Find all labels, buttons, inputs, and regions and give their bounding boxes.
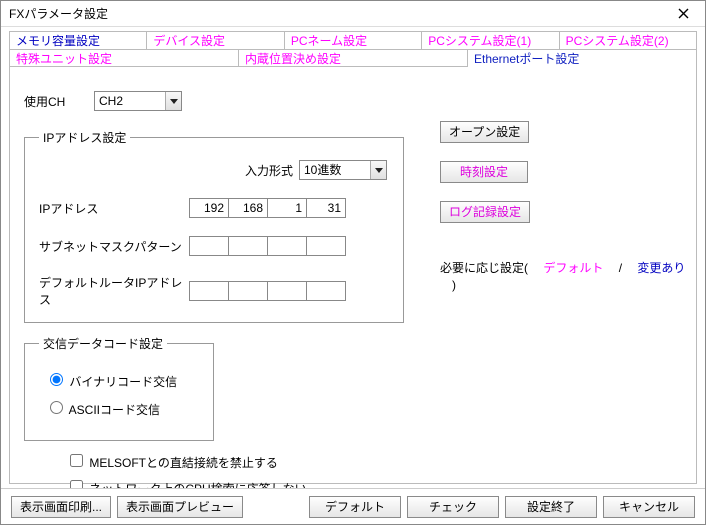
ip-address-row: IPアドレス — [39, 198, 389, 218]
legend-note-prefix: 必要に応じ設定( — [440, 261, 540, 275]
subnet-row: サブネットマスクパターン — [39, 236, 389, 256]
check-melsoft-input[interactable] — [70, 454, 83, 467]
open-settings-button[interactable]: オープン設定 — [440, 121, 529, 143]
check-melsoft-label: MELSOFTとの直結接続を禁止する — [89, 456, 278, 470]
ip-octet-1[interactable] — [189, 198, 229, 218]
radio-ascii-label: ASCIIコード交信 — [69, 403, 160, 417]
radio-ascii-input[interactable] — [50, 401, 63, 414]
tab-content: 使用CH CH2 IPアドレス設定 入力形式 10進数 — [9, 66, 697, 484]
close-icon[interactable] — [667, 4, 699, 24]
check-button[interactable]: チェック — [407, 496, 499, 518]
legend-note-changed: 変更あり — [637, 261, 685, 275]
tab-positioning[interactable]: 内蔵位置決め設定 — [238, 49, 468, 67]
tab-ethernet-port[interactable]: Ethernetポート設定 — [467, 49, 697, 67]
gateway-label: デフォルトルータIPアドレス — [39, 274, 189, 308]
preview-button[interactable]: 表示画面プレビュー — [117, 496, 243, 518]
legend-note-suffix: ) — [440, 278, 456, 292]
use-ch-row: 使用CH CH2 — [24, 91, 682, 111]
radio-binary[interactable]: バイナリコード交信 — [45, 370, 199, 390]
gateway-octet-3[interactable] — [267, 281, 307, 301]
input-format-select-wrapper: 10進数 — [299, 160, 387, 180]
side-buttons: オープン設定 時刻設定 ログ記録設定 必要に応じ設定( デフォルト / 変更あり… — [440, 121, 690, 293]
tab-memory[interactable]: メモリ容量設定 — [9, 31, 147, 49]
subnet-label: サブネットマスクパターン — [39, 238, 189, 255]
log-settings-button[interactable]: ログ記録設定 — [440, 201, 530, 223]
dialog-window: FXパラメータ設定 メモリ容量設定 デバイス設定 PCネーム設定 PCシステム設… — [0, 0, 706, 525]
tab-device[interactable]: デバイス設定 — [146, 31, 284, 49]
radio-ascii[interactable]: ASCIIコード交信 — [45, 398, 199, 418]
tab-pcname[interactable]: PCネーム設定 — [284, 31, 422, 49]
tab-pcsystem2[interactable]: PCシステム設定(2) — [559, 31, 697, 49]
titlebar: FXパラメータ設定 — [1, 1, 705, 27]
legend-note-sep: / — [607, 261, 634, 275]
ip-octet-3[interactable] — [267, 198, 307, 218]
legend-note: 必要に応じ設定( デフォルト / 変更あり ) — [440, 259, 690, 293]
ip-settings-legend: IPアドレス設定 — [39, 129, 130, 146]
cancel-button[interactable]: キャンセル — [603, 496, 695, 518]
subnet-octet-3[interactable] — [267, 236, 307, 256]
tabstrip: メモリ容量設定 デバイス設定 PCネーム設定 PCシステム設定(1) PCシステ… — [1, 27, 705, 484]
data-code-legend: 交信データコード設定 — [39, 335, 167, 352]
check-melsoft[interactable]: MELSOFTとの直結接続を禁止する — [66, 451, 682, 471]
use-ch-select[interactable]: CH2 — [94, 91, 182, 111]
ip-settings-group: IPアドレス設定 入力形式 10進数 IPアドレス — [24, 129, 404, 323]
gateway-octet-4[interactable] — [306, 281, 346, 301]
use-ch-label: 使用CH — [24, 93, 94, 110]
tab-pcsystem1[interactable]: PCシステム設定(1) — [421, 31, 559, 49]
tab-special-unit[interactable]: 特殊ユニット設定 — [9, 49, 239, 67]
window-title: FXパラメータ設定 — [9, 5, 667, 22]
data-code-group: 交信データコード設定 バイナリコード交信 ASCIIコード交信 — [24, 335, 214, 441]
finish-button[interactable]: 設定終了 — [505, 496, 597, 518]
ip-address-label: IPアドレス — [39, 200, 189, 217]
input-format-select[interactable]: 10進数 — [299, 160, 387, 180]
radio-binary-label: バイナリコード交信 — [69, 375, 177, 389]
gateway-octet-2[interactable] — [228, 281, 268, 301]
default-button[interactable]: デフォルト — [309, 496, 401, 518]
subnet-octet-1[interactable] — [189, 236, 229, 256]
legend-note-default: デフォルト — [543, 261, 603, 275]
use-ch-select-wrapper: CH2 — [94, 91, 182, 111]
radio-binary-input[interactable] — [50, 373, 63, 386]
gateway-row: デフォルトルータIPアドレス — [39, 274, 389, 308]
input-format-row: 入力形式 10進数 — [39, 160, 387, 180]
subnet-octet-4[interactable] — [306, 236, 346, 256]
print-button[interactable]: 表示画面印刷... — [11, 496, 111, 518]
ip-octet-4[interactable] — [306, 198, 346, 218]
ip-octet-2[interactable] — [228, 198, 268, 218]
subnet-octet-2[interactable] — [228, 236, 268, 256]
time-settings-button[interactable]: 時刻設定 — [440, 161, 528, 183]
input-format-label: 入力形式 — [245, 162, 293, 179]
gateway-octet-1[interactable] — [189, 281, 229, 301]
bottom-bar: 表示画面印刷... 表示画面プレビュー デフォルト チェック 設定終了 キャンセ… — [1, 488, 705, 524]
